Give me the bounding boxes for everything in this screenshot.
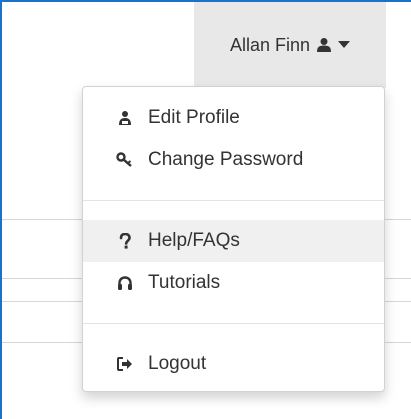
caret-down-icon (338, 41, 351, 49)
key-icon (116, 151, 134, 169)
menu-item-tutorials[interactable]: Tutorials (83, 262, 384, 304)
user-edit-icon (116, 109, 134, 127)
menu-divider (83, 323, 384, 324)
menu-item-label: Change Password (148, 149, 304, 170)
headphones-icon (116, 274, 134, 292)
user-name: Allan Finn (229, 34, 311, 55)
menu-item-logout[interactable]: Logout (83, 343, 384, 385)
logout-icon (116, 355, 134, 373)
user-icon (316, 37, 332, 53)
user-menu-toggle[interactable]: Allan Finn (194, 2, 386, 88)
user-dropdown-menu: Edit Profile Change Password Help/FAQs T… (82, 86, 385, 392)
menu-item-label: Tutorials (148, 272, 221, 293)
question-icon (116, 232, 134, 250)
menu-item-label: Edit Profile (148, 107, 240, 128)
menu-divider (83, 200, 384, 201)
menu-item-change-password[interactable]: Change Password (83, 139, 384, 181)
menu-item-label: Logout (148, 353, 207, 374)
menu-item-label: Help/FAQs (148, 230, 240, 251)
menu-item-help-faqs[interactable]: Help/FAQs (83, 220, 384, 262)
menu-item-edit-profile[interactable]: Edit Profile (83, 97, 384, 139)
